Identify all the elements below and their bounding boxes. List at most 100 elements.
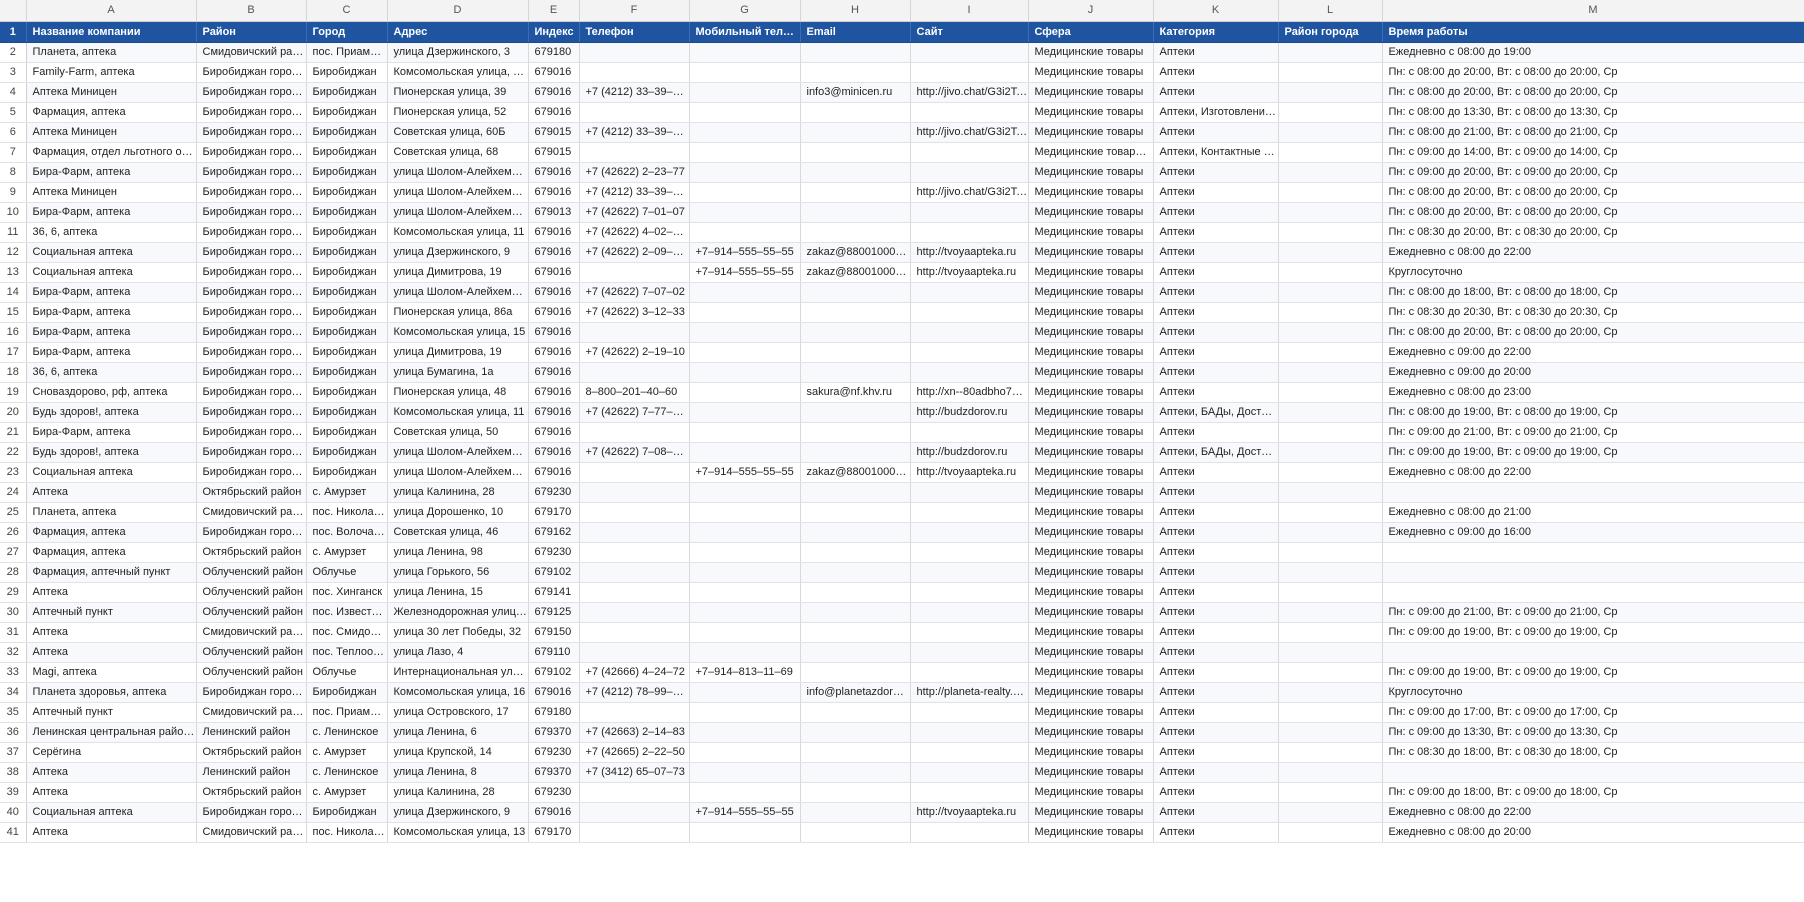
table-cell[interactable]: info3@minicen.ru	[800, 82, 911, 103]
table-cell[interactable]: Биробиджан городской округ	[196, 142, 307, 163]
table-cell[interactable]	[579, 782, 690, 803]
table-cell[interactable]	[689, 582, 801, 603]
table-cell[interactable]	[579, 322, 690, 343]
row-number[interactable]: 34	[0, 682, 27, 703]
table-cell[interactable]: Аптеки	[1153, 542, 1279, 563]
table-cell[interactable]	[689, 222, 801, 243]
table-cell[interactable]: Аптеки	[1153, 602, 1279, 623]
table-cell[interactable]: улица Островского, 17	[387, 702, 529, 723]
table-cell[interactable]	[579, 582, 690, 603]
header-cell[interactable]: Сфера	[1028, 21, 1154, 43]
table-cell[interactable]: 679016	[528, 682, 580, 703]
table-cell[interactable]: 679150	[528, 622, 580, 643]
column-header-j[interactable]: J	[1028, 0, 1154, 22]
table-cell[interactable]: +7 (42622) 7‒01‒07	[579, 202, 690, 223]
table-cell[interactable]	[1278, 402, 1383, 423]
table-cell[interactable]: Медицинские товары	[1028, 122, 1154, 143]
table-cell[interactable]	[579, 642, 690, 663]
header-cell[interactable]: Название компании	[26, 21, 197, 43]
table-cell[interactable]: Пионерская улица, 48	[387, 382, 529, 403]
table-cell[interactable]: Аптека	[26, 762, 197, 783]
table-cell[interactable]	[910, 742, 1029, 763]
row-number[interactable]: 32	[0, 642, 27, 663]
row-number[interactable]: 12	[0, 242, 27, 263]
table-cell[interactable]: +7‒914‒813‒11‒69	[689, 662, 801, 683]
table-cell[interactable]: Аптеки, БАДы, Доставка лекарств	[1153, 442, 1279, 463]
row-number[interactable]: 38	[0, 762, 27, 783]
select-all-corner[interactable]	[0, 0, 27, 22]
table-cell[interactable]	[910, 422, 1029, 443]
table-cell[interactable]: Пн: с 08:30 до 20:30, Вт: с 08:30 до 20:…	[1382, 302, 1804, 323]
table-cell[interactable]: Пн: с 08:00 до 13:30, Вт: с 08:00 до 13:…	[1382, 102, 1804, 123]
table-cell[interactable]	[910, 762, 1029, 783]
table-cell[interactable]: Аптека	[26, 822, 197, 843]
column-header-c[interactable]: C	[306, 0, 388, 22]
table-cell[interactable]: Аптеки	[1153, 742, 1279, 763]
table-cell[interactable]	[689, 382, 801, 403]
table-cell[interactable]: пос. Николаевка	[306, 822, 388, 843]
table-cell[interactable]: Пн: с 09:00 до 14:00, Вт: с 09:00 до 14:…	[1382, 142, 1804, 163]
table-cell[interactable]	[1278, 142, 1383, 163]
table-cell[interactable]: Пн: с 08:00 до 20:00, Вт: с 08:00 до 20:…	[1382, 82, 1804, 103]
row-number[interactable]: 9	[0, 182, 27, 203]
table-cell[interactable]: Комсомольская улица, 11	[387, 402, 529, 423]
table-cell[interactable]	[1278, 62, 1383, 83]
table-cell[interactable]: Биробиджан	[306, 202, 388, 223]
table-cell[interactable]: Планета здоровья, аптека	[26, 682, 197, 703]
table-cell[interactable]	[1278, 282, 1383, 303]
table-cell[interactable]	[689, 562, 801, 583]
table-cell[interactable]: Биробиджан	[306, 682, 388, 703]
table-cell[interactable]	[800, 222, 911, 243]
column-header-e[interactable]: E	[528, 0, 580, 22]
table-cell[interactable]: +7‒914‒555‒55‒55	[689, 462, 801, 483]
table-cell[interactable]	[800, 42, 911, 63]
table-cell[interactable]	[1278, 742, 1383, 763]
table-cell[interactable]	[689, 822, 801, 843]
table-cell[interactable]: Пн: с 08:00 до 18:00, Вт: с 08:00 до 18:…	[1382, 282, 1804, 303]
table-cell[interactable]: 679016	[528, 462, 580, 483]
table-cell[interactable]: Комсомольская улица, 16	[387, 682, 529, 703]
table-cell[interactable]: Пионерская улица, 86а	[387, 302, 529, 323]
table-cell[interactable]: Медицинские товары	[1028, 342, 1154, 363]
table-cell[interactable]: Ежедневно с 09:00 до 20:00	[1382, 362, 1804, 383]
table-cell[interactable]: Аптеки	[1153, 522, 1279, 543]
table-cell[interactable]: Пн: с 09:00 до 21:00, Вт: с 09:00 до 21:…	[1382, 422, 1804, 443]
table-cell[interactable]: Медицинские товары	[1028, 102, 1154, 123]
table-cell[interactable]	[689, 522, 801, 543]
row-number[interactable]: 18	[0, 362, 27, 383]
table-cell[interactable]	[579, 522, 690, 543]
table-cell[interactable]: Облучье	[306, 562, 388, 583]
table-cell[interactable]: 36, 6, аптека	[26, 362, 197, 383]
table-cell[interactable]	[689, 102, 801, 123]
header-cell[interactable]: Адрес	[387, 21, 529, 43]
table-cell[interactable]: Аптека Миницен	[26, 82, 197, 103]
table-cell[interactable]	[800, 662, 911, 683]
table-cell[interactable]: Советская улица, 46	[387, 522, 529, 543]
table-cell[interactable]: улица Калинина, 28	[387, 482, 529, 503]
table-cell[interactable]: улица Дорошенко, 10	[387, 502, 529, 523]
table-cell[interactable]: Медицинские товары	[1028, 482, 1154, 503]
row-number[interactable]: 41	[0, 822, 27, 843]
table-cell[interactable]: +7 (42622) 4‒02‒42, +7 (42622) 4	[579, 222, 690, 243]
table-cell[interactable]: улица Дзержинского, 9	[387, 802, 529, 823]
table-cell[interactable]	[579, 262, 690, 283]
table-cell[interactable]: +7 (42622) 7‒07‒02	[579, 282, 690, 303]
table-cell[interactable]	[689, 722, 801, 743]
table-cell[interactable]	[579, 142, 690, 163]
table-cell[interactable]: пос. Смидович	[306, 622, 388, 643]
table-cell[interactable]	[579, 462, 690, 483]
table-cell[interactable]: Пн: с 08:00 до 21:00, Вт: с 08:00 до 21:…	[1382, 122, 1804, 143]
table-cell[interactable]	[800, 202, 911, 223]
table-cell[interactable]: Биробиджан	[306, 82, 388, 103]
table-cell[interactable]: Смидовичский район	[196, 502, 307, 523]
table-cell[interactable]: Пн: с 09:00 до 20:00, Вт: с 09:00 до 20:…	[1382, 162, 1804, 183]
table-cell[interactable]: +7‒914‒555‒55‒55	[689, 802, 801, 823]
table-cell[interactable]	[689, 762, 801, 783]
table-cell[interactable]: Облучье	[306, 662, 388, 683]
table-cell[interactable]: 679016	[528, 62, 580, 83]
column-header-a[interactable]: A	[26, 0, 197, 22]
table-cell[interactable]: Ежедневно с 08:00 до 21:00	[1382, 502, 1804, 523]
table-cell[interactable]: Биробиджан	[306, 442, 388, 463]
table-cell[interactable]: улица Крупской, 14	[387, 742, 529, 763]
table-cell[interactable]: Ленинский район	[196, 762, 307, 783]
